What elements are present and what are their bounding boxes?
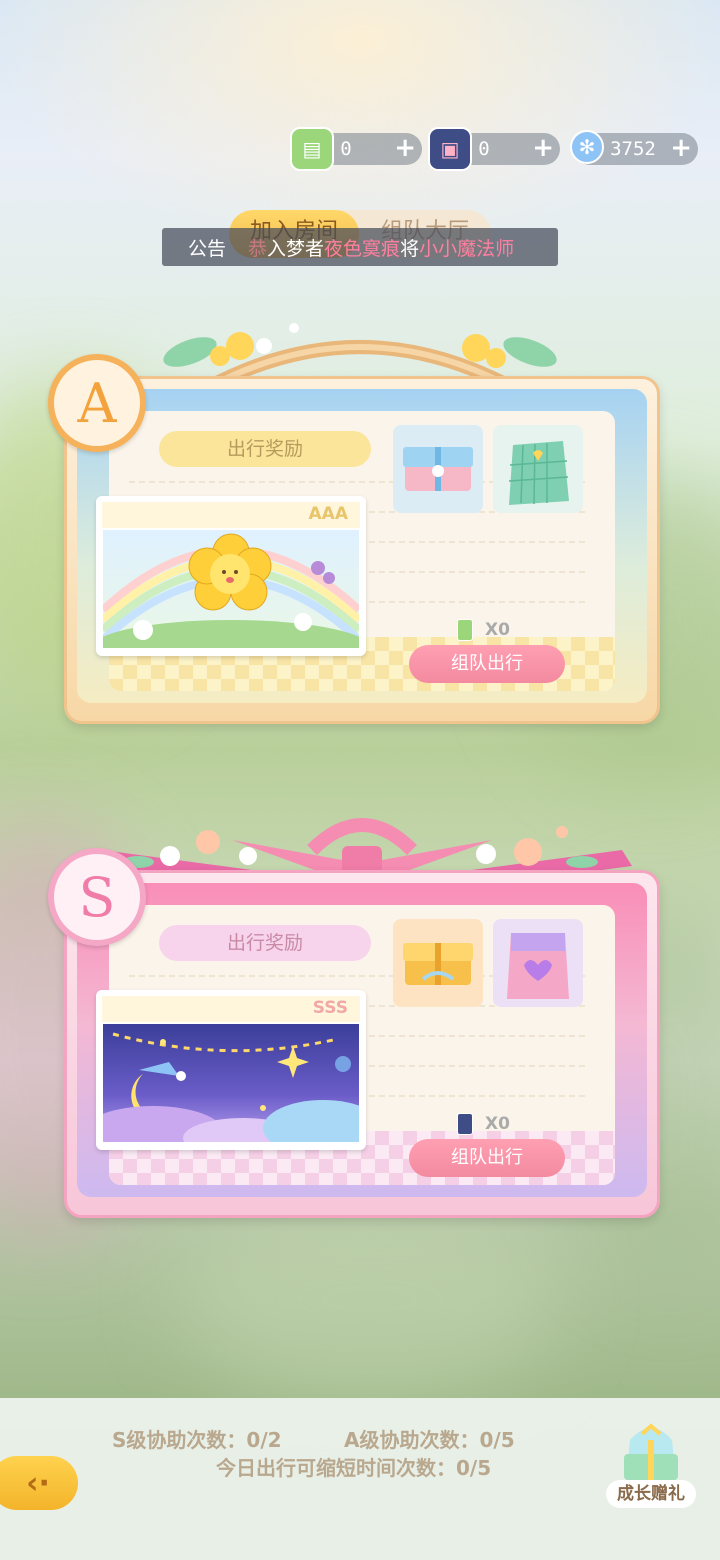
sleeping-moon-icon (103, 1032, 359, 1142)
currency-ticket[interactable]: ▤ 0 + (290, 127, 422, 171)
back-arrow-icon: ‹· (26, 1465, 50, 1501)
card-s-count: X0 (457, 1113, 510, 1135)
growth-gift-label: 成长赠礼 (606, 1480, 696, 1508)
add-card-button[interactable]: + (532, 135, 554, 161)
announcement-banner: 公告 恭入梦者夜色寞痕将小小魔法师 (162, 228, 558, 266)
announcement-middle: 将 (400, 237, 420, 260)
shorten-time-count: 今日出行可缩短时间次数：0/5 (216, 1456, 492, 1480)
blue-card-icon (457, 1113, 473, 1135)
announcement-prefix: 恭 (248, 237, 268, 260)
add-ticket-button[interactable]: + (394, 135, 416, 161)
currency-gem[interactable]: ✻ 3752 + (570, 130, 698, 165)
card-a-reward-box-2[interactable] (493, 425, 583, 513)
sunflower-icon (103, 533, 359, 648)
announcement-item: 小小魔法师 (419, 237, 515, 260)
currency-card-value: 0 (478, 138, 490, 160)
card-a-count: X0 (457, 619, 510, 641)
moon-night-illustration (103, 1024, 359, 1142)
green-ticket-icon (457, 619, 473, 641)
blue-gift-box-icon (403, 447, 473, 491)
growth-gift-button[interactable]: 成长赠礼 (606, 1420, 696, 1510)
card-a-reward-label: 出行奖励 (159, 431, 371, 467)
s-assist-count: S级协助次数：0/2 (112, 1428, 282, 1452)
card-s-ticket-grade: SSS (312, 998, 348, 1018)
card-s-team-button[interactable]: 组队出行 (409, 1139, 565, 1177)
card-s-ticket[interactable]: SSS (96, 990, 366, 1150)
card-a-ticket-grade: AAA (308, 504, 348, 524)
announcement-message: 恭入梦者夜色寞痕将小小魔法师 (248, 234, 548, 261)
card-s-count-value: X0 (485, 1114, 510, 1134)
currency-ticket-value: 0 (340, 138, 352, 160)
back-button[interactable]: ‹· (0, 1456, 78, 1510)
announcement-before: 入梦者 (267, 237, 325, 260)
add-gem-button[interactable]: + (670, 135, 692, 161)
green-gift-bag-icon (508, 441, 569, 505)
grade-a-badge: A (48, 354, 146, 452)
card-s-reward-box-2[interactable] (493, 919, 583, 1007)
announcement-player-name: 夜色寞痕 (324, 237, 401, 260)
a-assist-count: A级协助次数：0/5 (344, 1428, 515, 1452)
card-a-ticket[interactable]: AAA (96, 496, 366, 656)
card-a-team-button[interactable]: 组队出行 (409, 645, 565, 683)
currency-card[interactable]: ▣ 0 + (428, 127, 560, 171)
card-s-reward-label: 出行奖励 (159, 925, 371, 961)
card-a-reward-box-1[interactable] (393, 425, 483, 513)
purple-gift-bag-icon (507, 933, 569, 999)
grade-s-badge: S (48, 848, 146, 946)
currency-gem-value: 3752 (610, 138, 656, 160)
card-s-reward-box-1[interactable] (393, 919, 483, 1007)
card-a-count-value: X0 (485, 620, 510, 640)
sunflower-illustration (103, 530, 359, 648)
gold-gift-box-icon (403, 943, 473, 985)
announcement-tag: 公告 (188, 237, 227, 260)
